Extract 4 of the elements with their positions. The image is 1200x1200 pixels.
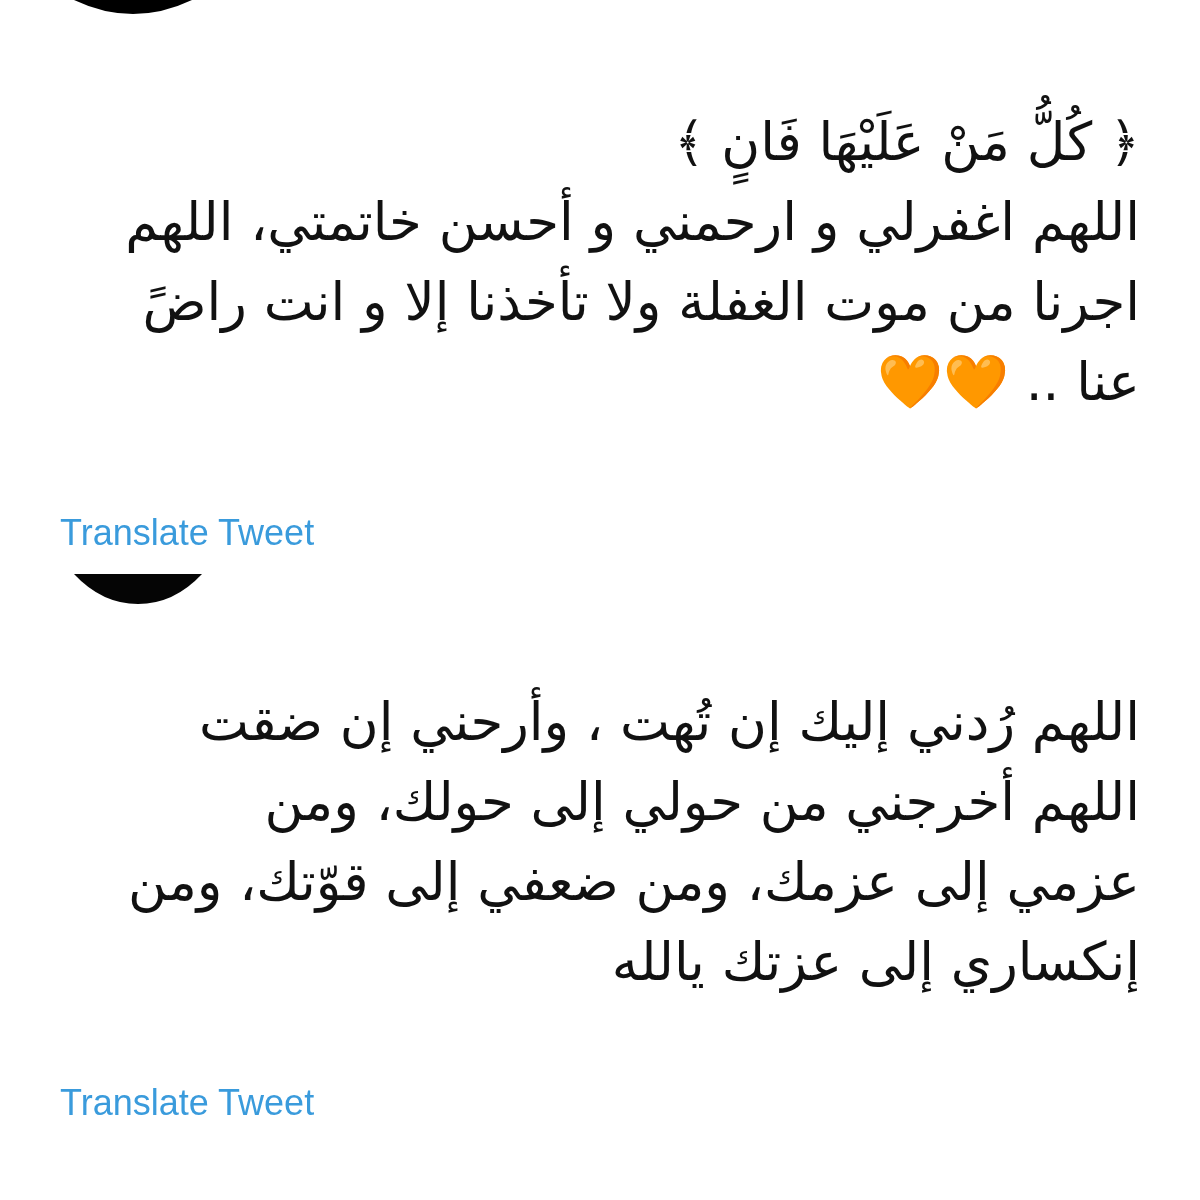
tweet-text: ﴿ كُلُّ مَنْ عَلَيْهَا فَانٍ ﴾ اللهم اغفرلي و ارحمني و أحسن خاتمتي، اللهم اجرنا من موت الغفلة ولا تأخذنا إلا و انت راضً عنا .. 🧡🧡 [60,84,1140,432]
translate-tweet-link[interactable]: Translate Tweet [60,1082,315,1124]
tweet-text: اللهم رُدني إليك إن تُهت ، وأرحني إن ضقت اللهم أخرجني من حولي إلى حولك، ومن عزمي إلى عزمك، ومن ضعفي إلى قوّتك، ومن إنكساري إلى عزتك يالله [60,664,1140,1012]
translate-tweet-link[interactable]: Translate Tweet [60,512,315,554]
